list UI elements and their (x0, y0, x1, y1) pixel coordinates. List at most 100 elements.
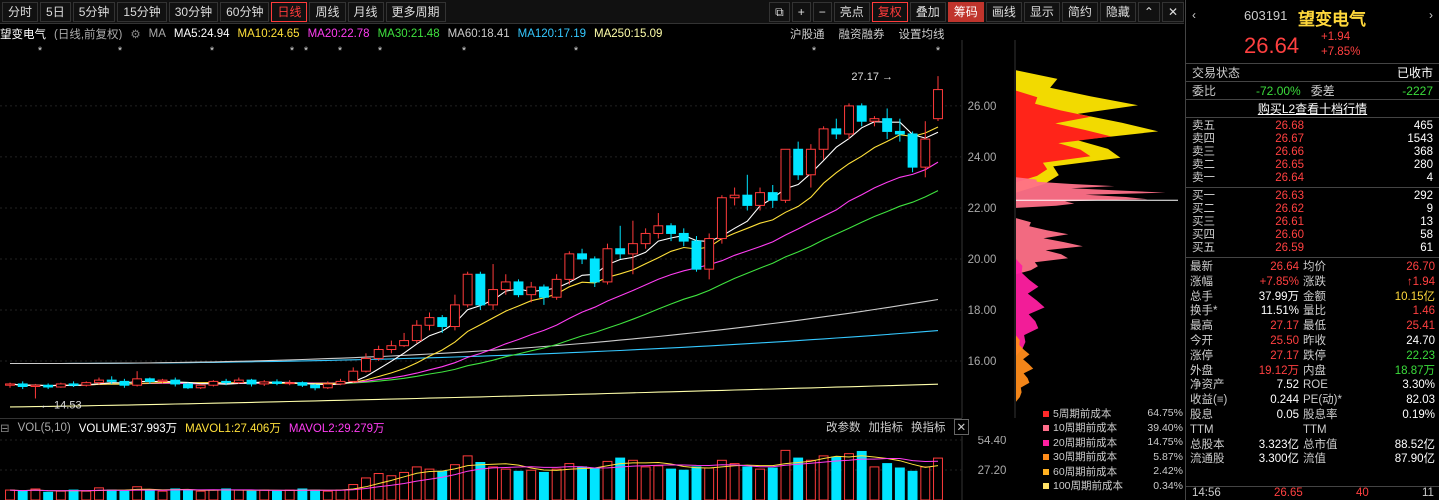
stat-value: 87.90亿 (1394, 453, 1435, 466)
switch-indicator-button[interactable]: 换指标 (911, 419, 946, 435)
forward-icon[interactable]: › (1429, 8, 1433, 22)
volume-bar (132, 486, 143, 500)
period-tab-2[interactable]: 5分钟 (72, 1, 116, 22)
stat-label: 今开 (1190, 334, 1213, 347)
tick-time: 14:56 (1192, 487, 1221, 499)
gear-icon[interactable]: ⚙ (130, 27, 140, 41)
period-tab-5[interactable]: 60分钟 (220, 1, 270, 22)
volume-bar (259, 489, 270, 500)
ask-row[interactable]: 卖五 26.68 465 (1186, 120, 1439, 133)
candle-body (144, 378, 155, 382)
event-marker[interactable]: * (812, 45, 817, 57)
stat-label: 最低 (1303, 320, 1326, 333)
trade-state-value: 已收市 (1396, 66, 1433, 80)
period-tab-6[interactable]: 日线 (271, 1, 308, 22)
stat-value: 0.244 (1270, 394, 1299, 407)
candle-body (335, 380, 346, 385)
volume-bar (43, 491, 54, 500)
stat-label: 跌停 (1303, 349, 1326, 362)
stat-row: 净资产 7.52 ROE 3.30% (1186, 378, 1439, 393)
legend-swatch (1043, 425, 1049, 432)
period-tab-8[interactable]: 月线 (347, 1, 384, 22)
candle-body (526, 286, 537, 296)
event-marker[interactable]: * (38, 45, 43, 57)
back-icon[interactable]: ‹ (1192, 8, 1196, 22)
event-marker[interactable]: * (378, 45, 383, 57)
toolbar-btn-2[interactable]: 叠加 (909, 2, 946, 22)
bid-row[interactable]: 买三 26.61 13 (1186, 216, 1439, 229)
ma-label: MA (148, 28, 166, 40)
vol-label: VOL(5,10) (17, 421, 71, 434)
stat-row: 总股本 3.323亿 总市值 88.52亿 (1186, 438, 1439, 453)
bid-row[interactable]: 买四 26.60 58 (1186, 229, 1439, 242)
volume-tools: 改参数 加指标 换指标 ✕ (826, 418, 977, 436)
period-tab-1[interactable]: 5日 (40, 1, 71, 22)
ask-row[interactable]: 卖四 26.67 1543 (1186, 133, 1439, 146)
l2-upgrade-link[interactable]: 购买L2查看十档行情 (1186, 100, 1439, 118)
candle-body (399, 340, 410, 347)
toolbar-btn-3[interactable]: 筹码 (947, 2, 984, 22)
copy-icon[interactable]: ⧉ (769, 2, 790, 22)
event-marker[interactable]: * (338, 45, 343, 57)
event-marker[interactable]: * (118, 45, 123, 57)
stat-row: 收益(≡) 0.244 PE(动)* 82.03 (1186, 393, 1439, 408)
toolbar-btn-0[interactable]: 亮点 (833, 2, 870, 22)
volume-chart[interactable]: 54.40 27.20 (0, 436, 1040, 500)
stat-row: 最高 27.17 最低 25.41 (1186, 319, 1439, 334)
period-tab-9[interactable]: 更多周期 (385, 1, 446, 22)
zoom-in-icon[interactable]: + (791, 2, 811, 22)
chip-legend-label: 5周期前成本 (1043, 406, 1111, 421)
volume-bar (284, 489, 295, 500)
edit-params-button[interactable]: 改参数 (826, 419, 861, 435)
stock-code: 603191 (1244, 8, 1288, 23)
period-tab-3[interactable]: 15分钟 (117, 1, 167, 22)
ask-row[interactable]: 卖二 26.65 280 (1186, 159, 1439, 172)
volume-bar (411, 466, 422, 500)
bid-row[interactable]: 买一 26.63 292 (1186, 190, 1439, 203)
kline-chart[interactable]: 26.00 24.00 22.00 20.00 18.00 16.00 * * * * * * * * * *… (0, 40, 1184, 418)
low-label: ← 14.53 (40, 399, 82, 411)
stat-label: 外盘 (1190, 364, 1213, 377)
add-indicator-button[interactable]: 加指标 (869, 419, 904, 435)
event-marker[interactable]: * (290, 45, 295, 57)
toolbar-btn-1[interactable]: 复权 (871, 2, 908, 22)
chip-legend-row: 100周期前成本 0.34% (1043, 479, 1183, 494)
ask-row[interactable]: 卖一 26.64 4 (1186, 172, 1439, 185)
toolbar-btn-4[interactable]: 画线 (985, 2, 1022, 22)
bid-volume: 58 (1420, 229, 1433, 241)
bid-label: 买二 (1192, 203, 1215, 215)
period-tab-4[interactable]: 30分钟 (168, 1, 219, 22)
event-marker[interactable]: * (210, 45, 215, 57)
event-marker[interactable]: * (936, 45, 941, 57)
y-tick-label: 16.00 (968, 356, 997, 368)
ask-row[interactable]: 卖三 26.66 368 (1186, 146, 1439, 159)
zoom-out-icon[interactable]: − (812, 2, 832, 22)
bid-row[interactable]: 买五 26.59 61 (1186, 242, 1439, 255)
volume-bar (335, 489, 346, 500)
chip-legend-value: 14.75% (1147, 436, 1183, 449)
legend-swatch (1043, 410, 1049, 417)
collapse-icon[interactable]: ⊟ (0, 421, 10, 435)
stock-name: 望变电气 (1298, 10, 1366, 29)
volume-bar (246, 490, 257, 500)
toolbar-btn-7[interactable]: 隐藏 (1099, 2, 1136, 22)
stat-value: 7.52 (1276, 379, 1299, 392)
bid-row[interactable]: 买二 26.62 9 (1186, 203, 1439, 216)
event-marker[interactable]: * (574, 45, 579, 57)
volume-bar (653, 465, 664, 500)
collapse-icon[interactable]: ⌃ (1137, 2, 1160, 22)
quote-header: ‹ 603191 望变电气 › 26.64 +1.94 +7.85% (1186, 0, 1439, 64)
period-tab-7[interactable]: 周线 (309, 1, 346, 22)
close-window-icon[interactable]: ✕ (1161, 2, 1184, 22)
stat-value: 1.46 (1412, 305, 1435, 318)
toolbar-btn-6[interactable]: 简约 (1061, 2, 1098, 22)
stat-value: ↑1.94 (1406, 275, 1435, 288)
toolbar-btn-5[interactable]: 显示 (1023, 2, 1060, 22)
event-marker[interactable]: * (304, 45, 309, 57)
close-icon[interactable]: ✕ (953, 419, 970, 435)
candle-body (513, 281, 524, 296)
candle-body (844, 105, 854, 135)
volume-bar (5, 489, 15, 500)
event-marker[interactable]: * (462, 45, 467, 57)
period-tab-0[interactable]: 分时 (2, 1, 39, 22)
